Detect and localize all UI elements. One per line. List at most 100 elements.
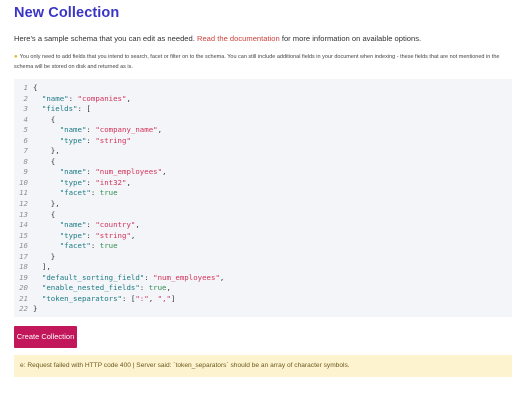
- line-number: 14: [19, 220, 28, 230]
- code-line: 17 }: [14, 252, 512, 263]
- line-number: 8: [23, 156, 28, 166]
- code-token: : [: [77, 104, 91, 114]
- code-line: 11 "facet": true: [14, 188, 512, 199]
- code-token: "type": [59, 177, 87, 187]
- code-token: "int32": [95, 177, 127, 187]
- code-line: 1{: [14, 83, 512, 94]
- code-token: "num_employees": [153, 272, 220, 282]
- code-token: "name": [59, 220, 87, 230]
- code-token: "name": [59, 125, 87, 135]
- line-number: 20: [19, 283, 28, 293]
- code-token: "fields": [41, 104, 78, 114]
- code-token: ,: [126, 93, 131, 103]
- line-number: 11: [19, 188, 28, 198]
- code-token: ],: [33, 262, 51, 272]
- code-token: "type": [59, 230, 87, 240]
- code-token: ,: [135, 220, 140, 230]
- create-collection-button[interactable]: Create Collection: [14, 326, 77, 348]
- code-token: :: [90, 241, 100, 251]
- line-number: 9: [23, 167, 28, 177]
- line-number: 4: [23, 114, 28, 124]
- code-token: :: [90, 188, 100, 198]
- code-token: :: [86, 220, 96, 230]
- line-number: 12: [19, 199, 28, 209]
- code-token: ,: [166, 283, 171, 293]
- code-token: : [: [122, 293, 136, 303]
- code-token: },: [33, 146, 60, 156]
- code-token: ,: [162, 167, 167, 177]
- code-token: "type": [59, 135, 87, 145]
- code-token: :: [86, 135, 96, 145]
- line-number: 22: [19, 304, 28, 314]
- code-token: :: [144, 272, 154, 282]
- code-token: ,: [126, 177, 131, 187]
- code-token: }: [33, 251, 56, 261]
- code-token: true: [148, 283, 167, 293]
- code-token: "default_sorting_field": [41, 272, 145, 282]
- code-token: "company_name": [95, 125, 158, 135]
- code-token: {: [33, 209, 56, 219]
- line-number: 17: [19, 251, 28, 261]
- code-token: ",": [157, 293, 171, 303]
- code-token: :: [86, 125, 96, 135]
- code-token: },: [33, 199, 60, 209]
- intro-text: Here's a sample schema that you can edit…: [14, 34, 421, 43]
- schema-editor[interactable]: 1{2 "name": "companies", 3 "fields": [4 {…: [14, 79, 512, 317]
- code-token: :: [68, 93, 78, 103]
- line-number: 15: [19, 230, 28, 240]
- code-token: ,: [130, 230, 136, 240]
- code-line: 5 "name": "company_name",: [14, 125, 512, 136]
- code-line: 15 "type": "string",: [14, 231, 512, 242]
- code-token: :: [139, 283, 149, 293]
- code-token: {: [33, 114, 56, 124]
- code-token: "string": [95, 135, 131, 145]
- code-token: true: [99, 241, 118, 251]
- code-token: {: [33, 156, 56, 166]
- code-line: 10 "type": "int32",: [14, 178, 512, 189]
- code-line: 3 "fields": [: [14, 104, 512, 115]
- lightbulb-icon: ●: [14, 54, 18, 60]
- line-number: 19: [19, 272, 28, 282]
- code-token: "enable_nested_fields": [41, 283, 140, 293]
- code-token: }: [33, 304, 38, 314]
- code-line: 22}: [14, 304, 512, 315]
- error-message: e: Request failed with HTTP code 400 | S…: [14, 355, 512, 377]
- line-number: 5: [23, 125, 28, 135]
- code-token: ,: [219, 272, 225, 282]
- code-token: "num_employees": [95, 167, 163, 177]
- page-title: New Collection: [14, 5, 120, 21]
- line-number: 6: [23, 135, 28, 145]
- code-line: 19 "default_sorting_field": "num_employe…: [14, 273, 512, 284]
- code-token: "country": [95, 220, 136, 230]
- code-token: ":": [135, 293, 149, 303]
- line-number: 2: [23, 93, 28, 103]
- code-token: "string": [95, 230, 131, 240]
- code-token: ]: [170, 293, 176, 303]
- line-number: 18: [19, 262, 28, 272]
- line-number: 13: [19, 209, 28, 219]
- code-token: "facet": [59, 241, 91, 251]
- line-number: 16: [19, 241, 28, 251]
- code-token: "facet": [59, 188, 91, 198]
- code-line: 18 ],: [14, 262, 512, 273]
- code-line: 14 "name": "country",: [14, 220, 512, 231]
- documentation-link[interactable]: Read the documentation: [197, 34, 280, 43]
- line-number: 10: [19, 177, 28, 187]
- schema-hint: ● You only need to add fields that you in…: [14, 53, 506, 72]
- code-line: 16 "facet": true: [14, 241, 512, 252]
- code-line: 21 "token_separators": [":", ","]: [14, 294, 512, 305]
- code-token: "token_separators": [41, 293, 122, 303]
- code-token: "name": [59, 167, 87, 177]
- line-number: 21: [19, 293, 28, 303]
- code-line: 20 "enable_nested_fields": true,: [14, 283, 512, 294]
- code-token: "companies": [77, 93, 127, 103]
